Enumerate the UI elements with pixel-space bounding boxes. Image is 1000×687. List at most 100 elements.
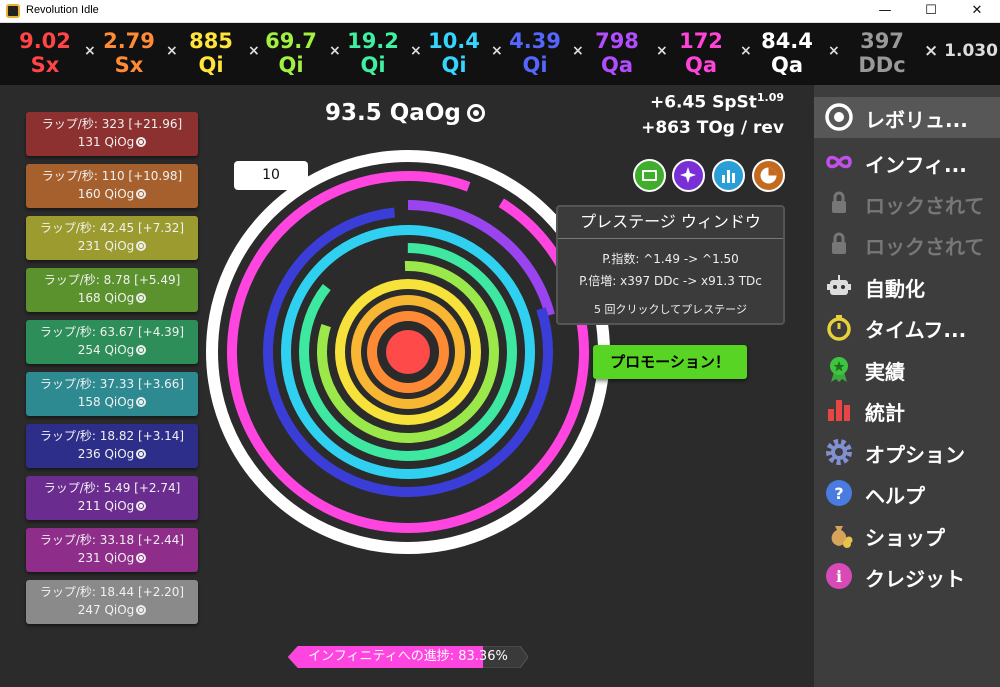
per-rev-rate: +863 TOg / rev [641,118,784,138]
sidebar-item-credits[interactable]: i クレジット [814,556,1000,597]
prestige-hint: 5 回クリックしてプレステージ [594,303,747,316]
robot-icon [827,275,851,295]
sparkle-button[interactable] [672,159,705,192]
ring-card-2[interactable]: ラップ/秒: 110 [+10.98] 160 QiOg [26,164,198,208]
sidebar-item-time-flux[interactable]: タイムフ... [814,307,1000,348]
ring-rate: ラップ/秒: 37.33 [+3.66] [39,377,185,391]
sidebar-item-revolution[interactable]: レボリュ... [814,97,1000,138]
sidebar-item-infinity[interactable]: インフィ... [814,142,1000,183]
spst-value: +6.45 SpSt [649,92,757,113]
stopwatch-icon [827,315,851,341]
coin-icon [136,137,147,147]
infinity-progress: インフィニティへの進捗: 83.36% [288,646,528,668]
maximize-button[interactable]: ☐ [908,0,954,23]
sidebar-item-automation[interactable]: 自動化 [814,266,1000,307]
coin-icon [136,605,147,615]
multiplier-value: 798 [595,29,639,53]
minimize-button[interactable]: — [862,0,908,23]
ring-card-5[interactable]: ラップ/秒: 63.67 [+4.39] 254 QiOg [26,320,198,364]
multiplier-9: 172 Qa [668,29,734,77]
money-bag-icon [831,526,853,548]
ring-cost: 158 QiOg [77,395,135,409]
ring-card-3[interactable]: ラップ/秒: 42.45 [+7.32] 231 QiOg [26,216,198,260]
sidebar-item-label: 自動化 [865,277,925,301]
spst-exponent: 1.09 [756,91,784,104]
multiplier-10: 84.4 Qa [752,29,822,77]
cash-button[interactable] [633,159,666,192]
window-titlebar: Revolution Idle — ☐ ✕ [0,0,1000,23]
ring-card-9[interactable]: ラップ/秒: 33.18 [+2.44] 231 QiOg [26,528,198,572]
spst-rate: +6.45 SpSt1.09 [650,91,784,113]
times-sign: × [329,43,341,59]
sidebar-item-label: ヘルプ [865,484,925,508]
multiplier-suffix: Qi [198,53,224,77]
sidebar-item-statistics[interactable]: 統計 [814,390,1000,431]
times-sign: × [572,43,584,59]
ring-card-8[interactable]: ラップ/秒: 5.49 [+2.74] 211 QiOg [26,476,198,520]
sidebar-item-label: ロックされて [865,235,985,259]
ring-rate: ラップ/秒: 8.78 [+5.49] [43,273,181,287]
ring-card-10[interactable]: ラップ/秒: 18.44 [+2.20] 247 QiOg [26,580,198,624]
multiplier-value: 2.79 [103,29,155,53]
multiplier-value: 885 [189,29,233,53]
sidebar-item-shop[interactable]: ショップ [814,515,1000,556]
coin-icon [136,449,147,459]
multiplier-value: 397 [860,29,904,53]
ring-card-4[interactable]: ラップ/秒: 8.78 [+5.49] 168 QiOg [26,268,198,312]
sidebar-item-options[interactable]: オプション [814,432,1000,473]
ring-card-6[interactable]: ラップ/秒: 37.33 [+3.66] 158 QiOg [26,372,198,416]
pie-button[interactable] [752,159,785,192]
sidebar-item-achievements[interactable]: 実績 [814,349,1000,390]
cash-icon [642,170,657,181]
sidebar-item-locked-2[interactable]: ロックされて [814,224,1000,265]
ring-cost: 231 QiOg [77,239,135,253]
multiplier-1: 9.02 Sx [12,29,78,77]
multiplier-5: 19.2 Qi [340,29,406,77]
times-sign: × [491,43,503,59]
ring-rate: ラップ/秒: 110 [+10.98] [41,169,183,183]
currency-display: 93.5 QaOg [325,100,485,126]
stats-button[interactable] [712,159,745,192]
final-multiplier: × 1.030 [924,41,998,61]
sidebar-item-label: 実績 [865,360,905,384]
sidebar-item-label: レボリュ... [865,108,968,132]
multiplier-3: 885 Qi [178,29,244,77]
promotion-button[interactable]: プロモーション！ [593,345,747,379]
sidebar-item-locked-1[interactable]: ロックされて [814,183,1000,224]
ring-cost: 231 QiOg [77,551,135,565]
multiplier-6: 10.4 Qi [421,29,487,77]
sparkle-icon [680,167,696,183]
revolution-rings[interactable] [206,150,610,554]
sidebar-item-label: クレジット [865,567,965,591]
coin-icon [136,397,147,407]
coin-icon [136,345,147,355]
times-sign: × [166,43,178,59]
gear-icon [826,439,852,465]
multiplier-8: 798 Qa [584,29,650,77]
sidebar-item-help[interactable]: ? ヘルプ [814,473,1000,514]
svg-text:?: ? [834,484,843,503]
ring-card-7[interactable]: ラップ/秒: 18.82 [+3.14] 236 QiOg [26,424,198,468]
progress-label: インフィニティへの進捗: 83.36% [308,649,508,664]
times-sign: × [656,43,668,59]
multiplier-suffix: Qi [441,53,467,77]
prestige-window[interactable]: プレステージ ウィンドウ P.指数: ^1.49 -> ^1.50 P.倍増: … [556,205,785,325]
coin-icon [136,501,147,511]
ring-card-1[interactable]: ラップ/秒: 323 [+21.96] 131 QiOg [26,112,198,156]
times-sign: × [410,43,422,59]
currency-amount: 93.5 QaOg [325,100,461,126]
multiplier-value: 69.7 [265,29,317,53]
close-button[interactable]: ✕ [954,0,1000,23]
sidebar-item-label: ショップ [865,526,945,550]
coin-icon [136,293,147,303]
target-icon [825,103,853,131]
times-sign: × [740,43,752,59]
lock-icon [832,191,846,213]
ring-rate: ラップ/秒: 42.45 [+7.32] [39,221,185,235]
ring-rate: ラップ/秒: 33.18 [+2.44] [39,533,185,547]
multiplier-2: 2.79 Sx [96,29,162,77]
multiplier-bar: 9.02 Sx × 2.79 Sx × 885 Qi × 69.7 Qi × 19.2 Q… [0,23,1000,85]
times-sign: × [828,43,840,59]
coin-icon [136,553,147,563]
ring-rate: ラップ/秒: 323 [+21.96] [41,117,183,131]
